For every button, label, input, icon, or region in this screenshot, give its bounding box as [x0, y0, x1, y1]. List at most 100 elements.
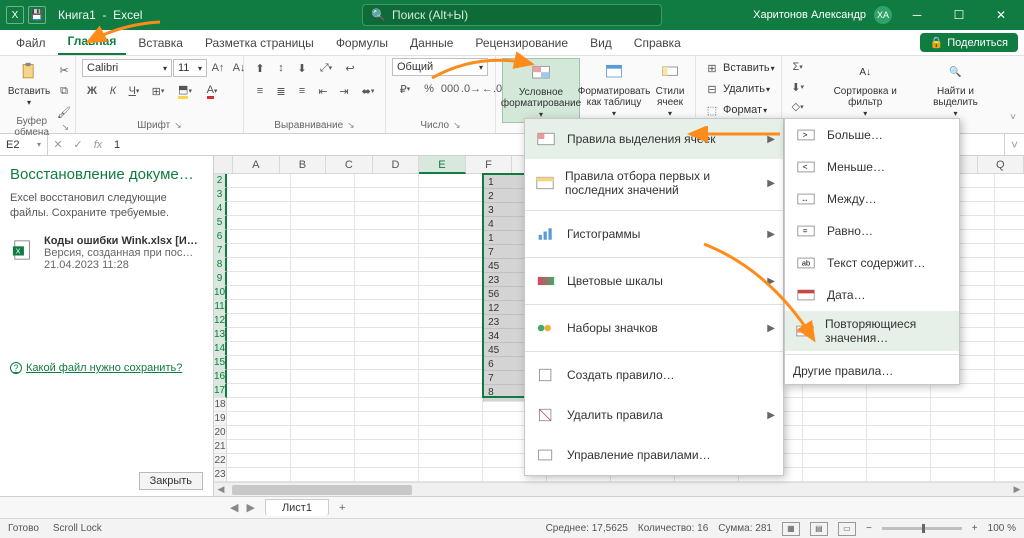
cell[interactable]: [867, 468, 931, 482]
borders-button[interactable]: ⊞▾: [145, 81, 171, 101]
copy-button[interactable]: ⧉: [54, 81, 74, 101]
insert-cells-button[interactable]: ⊞Вставить▾: [702, 58, 775, 78]
cell[interactable]: [355, 342, 419, 356]
cell[interactable]: [995, 342, 1024, 356]
cell[interactable]: [419, 454, 483, 468]
view-page-break-button[interactable]: ▭: [838, 522, 856, 536]
cell[interactable]: [291, 272, 355, 286]
cell[interactable]: [227, 468, 291, 482]
select-all-corner[interactable]: [214, 156, 233, 174]
menu-item[interactable]: Удалить правила▶: [525, 395, 783, 435]
cell[interactable]: [291, 230, 355, 244]
column-header[interactable]: Q: [978, 156, 1024, 174]
cell[interactable]: [227, 230, 291, 244]
cell[interactable]: [355, 230, 419, 244]
cell[interactable]: [995, 412, 1024, 426]
row-header[interactable]: 13: [214, 328, 227, 342]
cell[interactable]: [291, 258, 355, 272]
row-header[interactable]: 22: [214, 454, 227, 468]
minimize-button[interactable]: ─: [900, 0, 934, 30]
percent-button[interactable]: %: [419, 79, 439, 99]
menu-item[interactable]: Правила отбора первых и последних значен…: [525, 159, 783, 207]
cell[interactable]: [227, 174, 291, 188]
row-header[interactable]: 7: [214, 244, 227, 258]
column-header[interactable]: E: [419, 156, 466, 174]
cell[interactable]: [419, 314, 483, 328]
menu-item[interactable]: Управление правилами…: [525, 435, 783, 475]
cell[interactable]: [291, 216, 355, 230]
cell[interactable]: [803, 454, 867, 468]
menu-item[interactable]: Создать правило…: [525, 355, 783, 395]
cell[interactable]: [995, 398, 1024, 412]
cell[interactable]: [355, 440, 419, 454]
currency-button[interactable]: ₽▾: [392, 79, 418, 99]
merge-button[interactable]: ⬌▾: [355, 81, 381, 101]
maximize-button[interactable]: ☐: [942, 0, 976, 30]
cell[interactable]: [419, 202, 483, 216]
cell[interactable]: [227, 454, 291, 468]
menu-item[interactable]: Дата…: [785, 279, 959, 311]
cell[interactable]: [419, 384, 483, 398]
cut-button[interactable]: ✂: [54, 60, 74, 80]
zoom-out-button[interactable]: −: [866, 523, 872, 534]
cell[interactable]: [419, 342, 483, 356]
grow-font-button[interactable]: A↑: [208, 58, 228, 78]
row-header[interactable]: 12: [214, 314, 227, 328]
row-header[interactable]: 11: [214, 300, 227, 314]
font-size-select[interactable]: 11▾: [173, 59, 207, 77]
row-header[interactable]: 21: [214, 440, 227, 454]
cell[interactable]: [355, 202, 419, 216]
cell[interactable]: [291, 440, 355, 454]
cell[interactable]: [931, 412, 995, 426]
menu-item[interactable]: Наборы значков▶: [525, 308, 783, 348]
cell[interactable]: [419, 174, 483, 188]
cell[interactable]: [931, 398, 995, 412]
dialog-launcher-icon[interactable]: ↘: [174, 120, 182, 131]
align-right-button[interactable]: ≡: [292, 81, 312, 101]
cell[interactable]: [995, 454, 1024, 468]
delete-cells-button[interactable]: ⊟Удалить▾: [702, 79, 770, 99]
cell[interactable]: [867, 440, 931, 454]
cell[interactable]: [803, 384, 867, 398]
view-normal-button[interactable]: ▦: [782, 522, 800, 536]
menu-item[interactable]: Гистограммы▶: [525, 214, 783, 254]
scrollbar-thumb[interactable]: [232, 485, 412, 495]
cell[interactable]: [419, 398, 483, 412]
format-as-table-button[interactable]: Форматировать как таблицу ▾: [582, 58, 646, 121]
cell[interactable]: [803, 398, 867, 412]
cell[interactable]: [419, 216, 483, 230]
recovery-close-button[interactable]: Закрыть: [139, 472, 203, 490]
row-header[interactable]: 9: [214, 272, 227, 286]
cell[interactable]: [419, 328, 483, 342]
cell[interactable]: [803, 426, 867, 440]
menu-item[interactable]: =Равно…: [785, 215, 959, 247]
dialog-launcher-icon[interactable]: ↘: [347, 120, 355, 131]
row-header[interactable]: 23: [214, 468, 227, 482]
menu-item[interactable]: ↔Между…: [785, 183, 959, 215]
zoom-level[interactable]: 100 %: [988, 523, 1016, 534]
cell[interactable]: [227, 426, 291, 440]
cell[interactable]: [291, 286, 355, 300]
tab-разметка страницы[interactable]: Разметка страницы: [195, 32, 324, 55]
cell[interactable]: [995, 328, 1024, 342]
cell[interactable]: [227, 188, 291, 202]
cell[interactable]: [803, 412, 867, 426]
cell[interactable]: [227, 216, 291, 230]
cell[interactable]: [355, 328, 419, 342]
menu-item[interactable]: Правила выделения ячеек▶: [525, 119, 783, 159]
cell[interactable]: [419, 440, 483, 454]
row-header[interactable]: 4: [214, 202, 227, 216]
save-icon[interactable]: 💾: [28, 6, 46, 24]
cell[interactable]: [355, 370, 419, 384]
column-header[interactable]: B: [280, 156, 327, 174]
cell[interactable]: [227, 314, 291, 328]
row-header[interactable]: 5: [214, 216, 227, 230]
cell[interactable]: [931, 468, 995, 482]
cell[interactable]: [419, 412, 483, 426]
cell[interactable]: [355, 398, 419, 412]
cell[interactable]: [419, 286, 483, 300]
cell[interactable]: [355, 286, 419, 300]
cell[interactable]: [291, 370, 355, 384]
cell[interactable]: [803, 440, 867, 454]
cell[interactable]: [995, 202, 1024, 216]
